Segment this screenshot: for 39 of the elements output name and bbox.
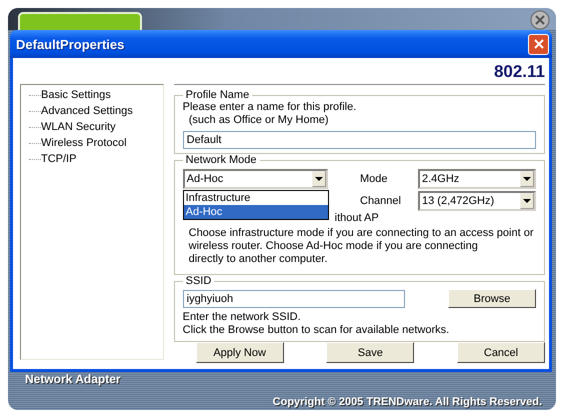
name-field[interactable]: Default (182, 131, 536, 149)
description-text: directly to another computer. (188, 253, 328, 266)
help-text: Enter the network SSID. (182, 311, 302, 324)
tree-item[interactable]: Basic Settings (41, 89, 111, 101)
tree-item[interactable]: Wireless Protocol (41, 137, 127, 149)
hint-text: Please enter a name for this profile. (182, 101, 358, 114)
close-icon (532, 38, 544, 50)
caret-icon (314, 177, 323, 181)
tree-item[interactable]: TCP/IP (41, 153, 76, 165)
help-text: Click the Browse button to scan for available networks. (182, 324, 450, 337)
browse-button[interactable]: Browse (448, 289, 536, 308)
app-name: Network Adapter (25, 372, 121, 388)
dialog-button[interactable]: Apply Now (196, 342, 284, 363)
caret-icon (523, 199, 531, 203)
hint-text: (such as Office or My Home) (188, 114, 330, 127)
dropdown[interactable]: 13 (2,472GHz) (418, 191, 536, 211)
dropdown[interactable]: 2.4GHz (418, 169, 536, 189)
tree-item[interactable]: WLAN Security (41, 121, 116, 133)
close-icon[interactable] (530, 10, 550, 30)
dropdown[interactable]: Ad-Hoc (182, 169, 328, 189)
dropdown-option[interactable]: Ad-Hoc (184, 205, 328, 219)
dropdown-option[interactable]: Infrastructure (184, 191, 328, 205)
group-legend: SSID (182, 275, 214, 287)
tree-item[interactable]: Advanced Settings (41, 105, 133, 117)
copyright-text: Copyright © 2005 TRENDware. All Rights Reserved. (272, 396, 542, 410)
description-text: wireless router. Choose Ad-Hoc mode if you are connecting (188, 240, 479, 253)
window-title: DefaultProperties (16, 36, 124, 52)
group-legend: Profile Name (182, 89, 252, 101)
ssid-field[interactable]: iyghyiuoh (182, 290, 405, 308)
caret-icon (523, 177, 531, 181)
close-button[interactable] (528, 34, 549, 54)
radio-label: ithout AP (334, 211, 380, 225)
group-legend: Network Mode (182, 154, 260, 166)
field-label: Mode (360, 173, 389, 185)
standard-label: 802.11 (494, 62, 545, 82)
field-label: Channel (360, 195, 402, 207)
dialog-button[interactable]: Cancel (457, 342, 545, 363)
description-text: Choose infrastructure mode if you are connecting to an access point or (188, 227, 534, 240)
dialog-button[interactable]: Save (326, 342, 414, 363)
